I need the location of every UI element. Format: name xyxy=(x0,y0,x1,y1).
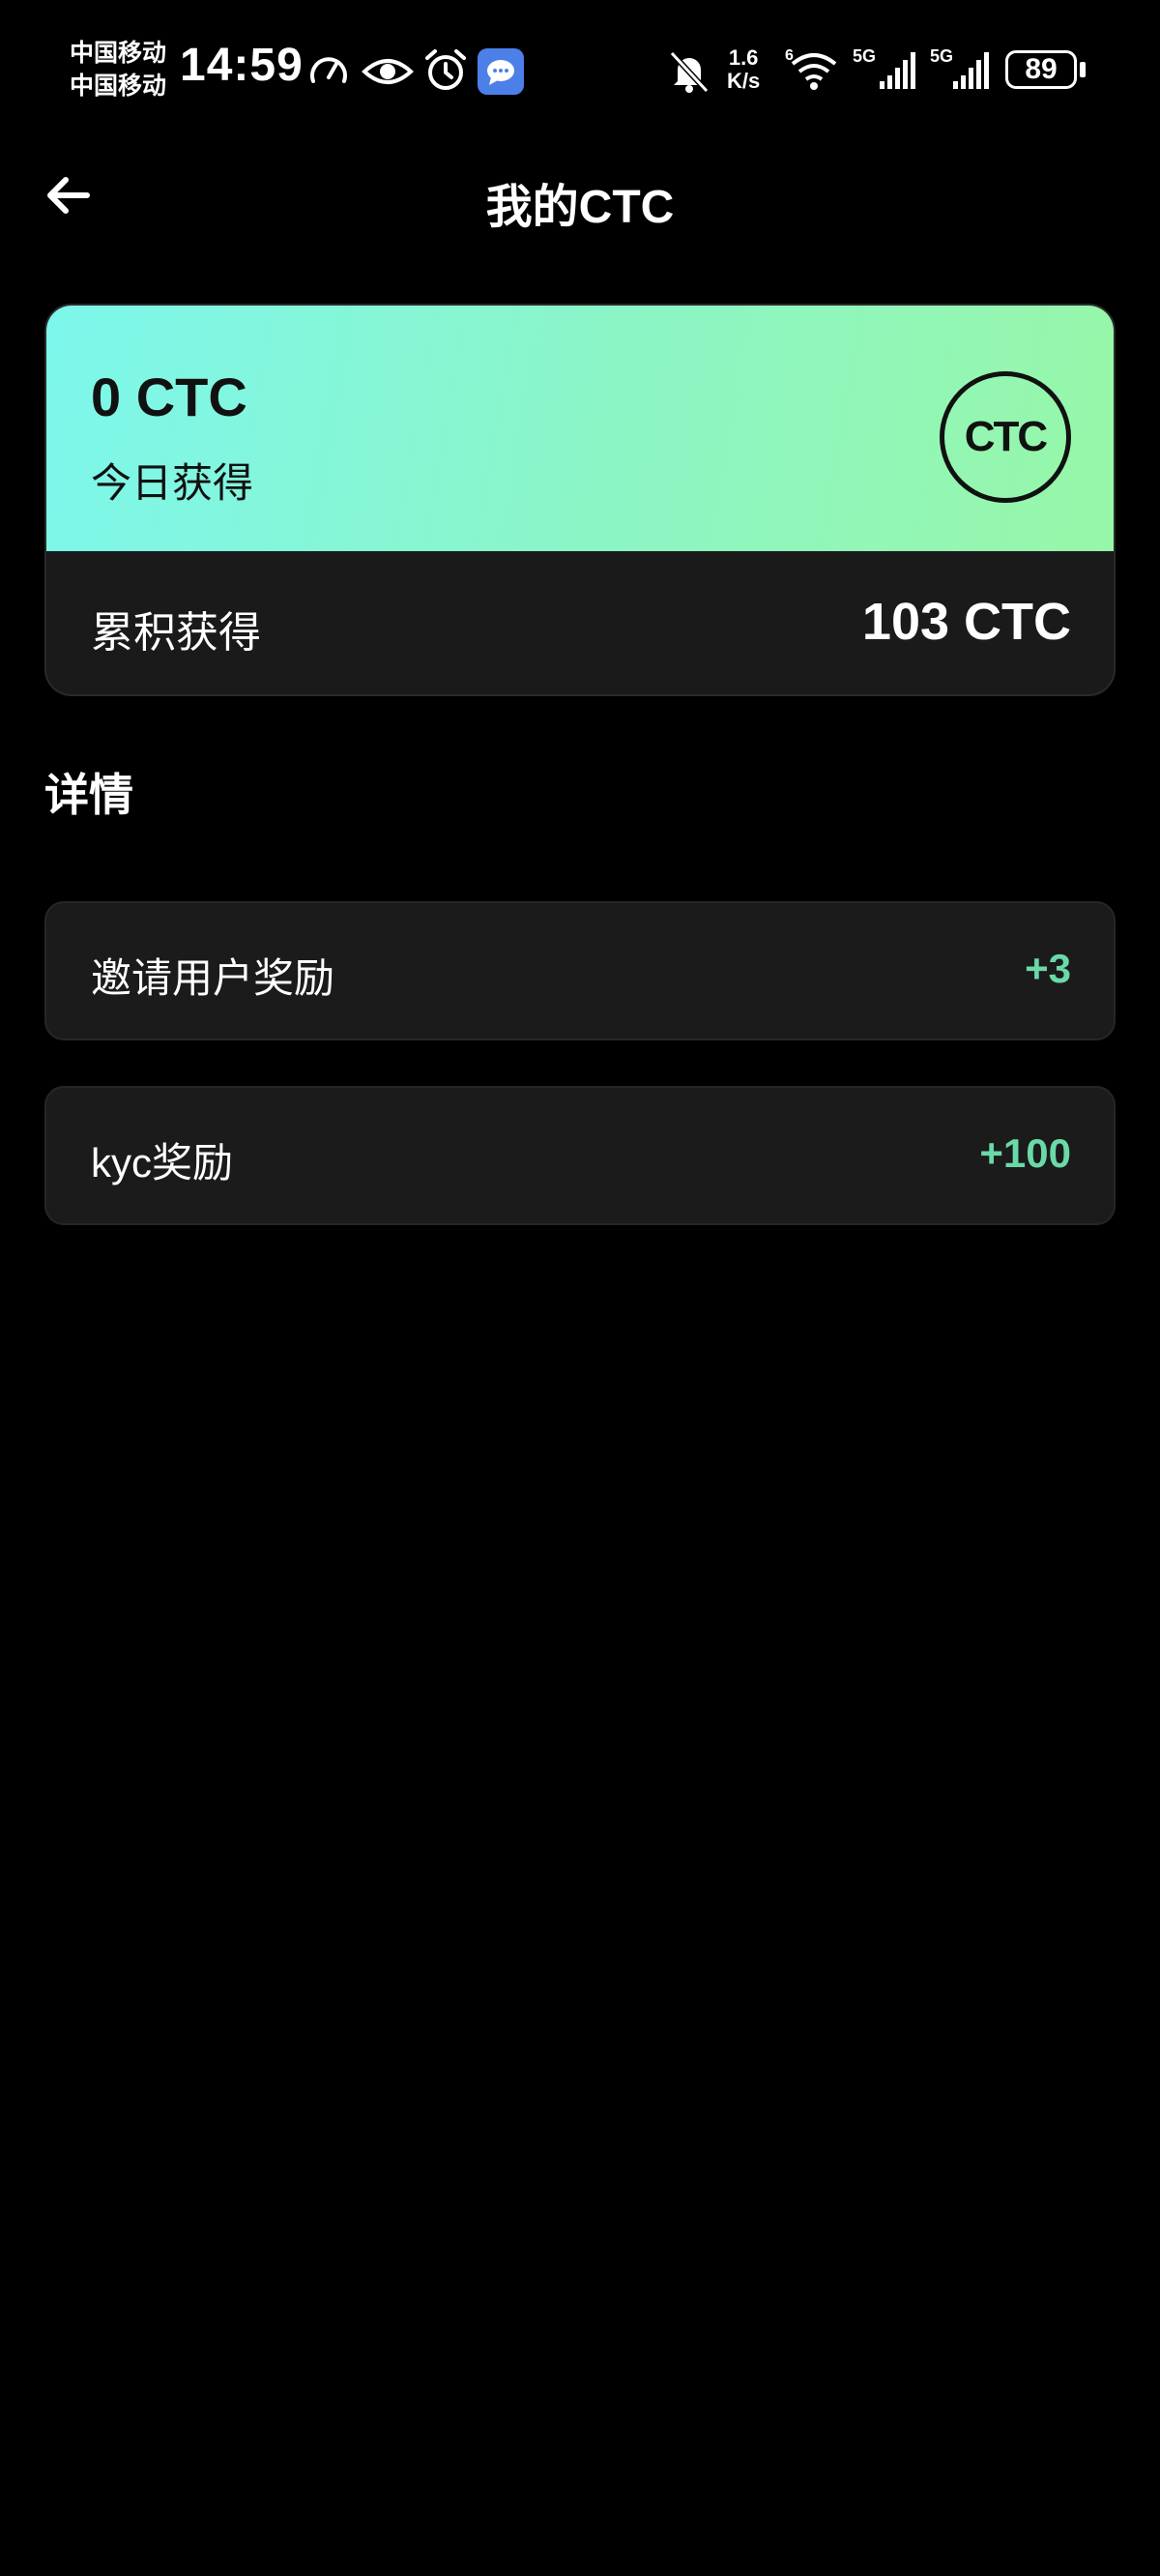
wifi-badge: 6 xyxy=(785,47,794,64)
reward-value: +3 xyxy=(1025,946,1071,991)
message-icon xyxy=(478,48,524,95)
speedometer-icon xyxy=(310,57,347,83)
reward-value: +100 xyxy=(979,1130,1071,1176)
battery-level: 89 xyxy=(1025,53,1058,85)
carrier-1: 中国移动 xyxy=(70,40,167,67)
today-label: 今日获得 xyxy=(91,460,254,506)
bell-muted-icon xyxy=(669,50,710,94)
signal-icon: 5G xyxy=(930,46,989,89)
reward-row-kyc[interactable]: kyc奖励 +100 xyxy=(44,1086,1116,1225)
reward-label: kyc奖励 xyxy=(91,1140,234,1186)
battery-icon: 89 xyxy=(1005,50,1077,89)
details-section-title: 详情 xyxy=(44,770,133,820)
eye-icon xyxy=(362,59,414,84)
carrier-labels: 中国移动 中国移动 xyxy=(70,37,166,102)
signal-icon: 5G xyxy=(853,46,915,89)
wifi-icon: 6 xyxy=(785,47,837,90)
ctc-logo: CTC xyxy=(940,371,1071,503)
page-title: 我的CTC xyxy=(485,182,675,233)
status-bar: 中国移动 中国移动 14:59 1.6 K/s 6 5G 5G 89 xyxy=(0,0,1160,145)
reward-row-invite[interactable]: 邀请用户奖励 +3 xyxy=(44,901,1116,1040)
network-speed-unit: K/s xyxy=(727,69,761,93)
total-label: 累积获得 xyxy=(91,609,261,657)
network-speed-value: 1.6 xyxy=(728,45,759,70)
total-value: 103 CTC xyxy=(861,593,1071,651)
clock: 14:59 xyxy=(180,40,304,91)
ctc-logo-text: CTC xyxy=(964,413,1048,460)
signal-2-label: 5G xyxy=(930,46,953,66)
ctc-summary-card: 0 CTC 今日获得 CTC 累积获得 103 CTC xyxy=(44,304,1116,696)
today-amount: 0 CTC xyxy=(91,366,247,427)
battery-tip xyxy=(1080,62,1086,77)
carrier-2: 中国移动 xyxy=(70,73,167,100)
reward-label: 邀请用户奖励 xyxy=(91,955,335,1001)
network-speed: 1.6 K/s xyxy=(727,46,760,93)
signal-1-label: 5G xyxy=(853,46,876,66)
alarm-icon xyxy=(425,49,466,90)
today-earnings-panel: 0 CTC 今日获得 CTC xyxy=(46,306,1114,551)
